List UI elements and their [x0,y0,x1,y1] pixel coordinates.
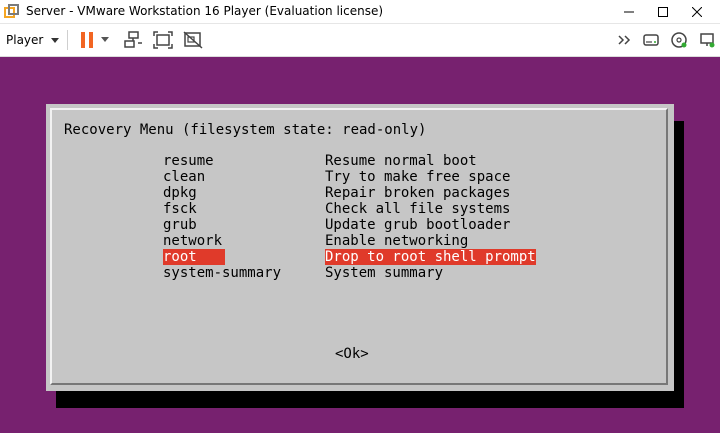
menu-item-key: grub [163,217,197,233]
network-computers-icon [124,31,142,48]
cd-dvd-device-button[interactable] [668,29,690,51]
dialog-title: Recovery Menu (filesystem state: read-on… [64,122,427,138]
overflow-button[interactable] [614,29,636,51]
menu-item-fsck[interactable]: fsck Check all file systems [163,201,550,217]
maximize-button[interactable] [646,0,680,23]
double-chevron-right-icon [618,35,631,45]
pause-icon [81,32,93,48]
vmware-logo-icon [4,4,20,20]
menu-item-description: Enable networking [325,233,469,249]
menu-item-system-summary[interactable]: system-summary System summary [163,265,550,281]
close-button[interactable] [680,0,714,23]
menu-item-grub[interactable]: grub Update grub bootloader [163,217,550,233]
unity-button[interactable] [182,29,204,51]
menu-item-description: Try to make free space [325,169,511,185]
menu-item-clean[interactable]: clean Try to make free space [163,169,550,185]
unity-disabled-icon [183,31,203,49]
menu-item-description: Check all file systems [325,201,511,217]
toolbar: Player [0,24,720,57]
menu-item-dpkg[interactable]: dpkg Repair broken packages [163,185,550,201]
chevron-down-icon [101,37,109,42]
power-options-dropdown[interactable] [98,29,112,51]
menu-item-key: resume [163,153,214,169]
fit-guest-button[interactable] [152,29,174,51]
menu-item-key: root [163,249,225,265]
toolbar-divider [67,30,68,50]
menu-item-key: system-summary [163,265,282,281]
menu-item-key: clean [163,169,206,185]
menu-item-key: fsck [163,201,197,217]
ok-button[interactable]: <Ok> [335,346,369,362]
send-ctrl-alt-del-button[interactable] [122,29,144,51]
menu-item-key: dpkg [163,185,197,201]
chevron-down-icon [51,37,60,43]
minimize-button[interactable] [612,0,646,23]
pause-button[interactable] [76,29,98,51]
menu-item-network[interactable]: network Enable networking [163,233,550,249]
network-adapter-icon [700,33,715,48]
menu-item-description: Resume normal boot [325,153,477,169]
menu-item-description: Repair broken packages [325,185,511,201]
cd-dvd-icon [671,32,687,48]
player-menu-button[interactable]: Player [6,31,60,49]
fit-screen-icon [153,31,173,49]
title-bar: Server - VMware Workstation 16 Player (E… [0,0,720,24]
recovery-menu-list: resume Resume normal boot clean Try to make… [163,153,550,281]
menu-item-description: System summary [325,265,444,281]
hard-disk-device-button[interactable] [640,29,662,51]
recovery-menu-dialog: Recovery Menu (filesystem state: read-on… [46,104,674,391]
menu-item-root[interactable]: root Drop to root shell prompt [163,249,550,265]
window-title: Server - VMware Workstation 16 Player (E… [26,4,384,18]
player-menu-label: Player [6,33,44,47]
hard-disk-icon [643,34,659,46]
network-adapter-button[interactable] [696,29,718,51]
menu-item-description: Update grub bootloader [325,217,511,233]
menu-item-resume[interactable]: resume Resume normal boot [163,153,550,169]
menu-item-key: network [163,233,223,249]
menu-item-description: Drop to root shell prompt [325,249,536,265]
